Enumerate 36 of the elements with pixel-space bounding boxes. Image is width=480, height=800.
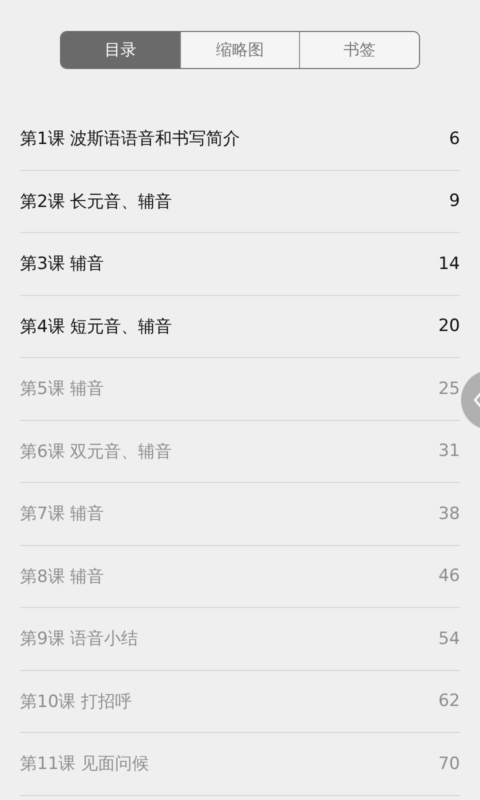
lesson-title: 第4课 短元音、辅音 bbox=[20, 316, 172, 338]
lesson-title: 第8课 辅音 bbox=[20, 566, 104, 588]
lesson-title: 第6课 双元音、辅音 bbox=[20, 440, 172, 463]
page-number: 46 bbox=[438, 566, 460, 586]
lesson-item[interactable]: 第8课 辅音 46 bbox=[20, 546, 460, 608]
lesson-title: 第11课 见面问候 bbox=[20, 753, 150, 776]
lesson-title: 第5课 辅音 bbox=[20, 378, 104, 400]
lesson-title: 第1课 波斯语语音和书写简介 bbox=[20, 128, 240, 150]
lesson-item[interactable]: 第3课 辅音 14 bbox=[20, 233, 460, 296]
lesson-item[interactable]: 第6课 双元音、辅音 31 bbox=[20, 420, 460, 483]
lesson-item[interactable]: 第7课 辅音 38 bbox=[20, 483, 460, 546]
lesson-title: 第3课 辅音 bbox=[20, 253, 104, 276]
lesson-item[interactable]: 第2课 长元音、辅音 9 bbox=[20, 170, 460, 233]
page-number: 14 bbox=[438, 254, 460, 274]
page-number: 62 bbox=[438, 691, 460, 712]
tab[interactable]: 书签 bbox=[299, 32, 419, 68]
page-number: 20 bbox=[438, 316, 460, 336]
page-number: 70 bbox=[438, 754, 460, 774]
lesson-item[interactable]: 第4课 短元音、辅音 20 bbox=[20, 296, 460, 358]
lesson-item[interactable]: 第11课 见面问候 70 bbox=[20, 733, 460, 796]
tab[interactable]: 缩略图 bbox=[180, 32, 300, 68]
page-number: 6 bbox=[449, 128, 460, 149]
lesson-item[interactable]: 第5课 辅音 25 bbox=[20, 358, 460, 420]
lesson-title: 第9课 语音小结 bbox=[20, 628, 138, 650]
lesson-item[interactable]: 第9课 语音小结 54 bbox=[20, 608, 460, 670]
lesson-title: 第7课 辅音 bbox=[20, 503, 104, 526]
page-number: 9 bbox=[449, 191, 460, 212]
page-number: 31 bbox=[438, 441, 460, 462]
tab[interactable]: 目录 bbox=[61, 32, 180, 68]
lesson-title: 第10课 打招呼 bbox=[20, 690, 132, 713]
page-number: 25 bbox=[438, 378, 460, 399]
page-number: 38 bbox=[438, 504, 460, 524]
page-number: 54 bbox=[438, 628, 460, 649]
lesson-item[interactable]: 第1课 波斯语语音和书写简介 6 bbox=[20, 108, 460, 170]
lesson-title: 第2课 长元音、辅音 bbox=[20, 190, 172, 213]
lesson-item[interactable]: 第10课 打招呼 62 bbox=[20, 670, 460, 733]
